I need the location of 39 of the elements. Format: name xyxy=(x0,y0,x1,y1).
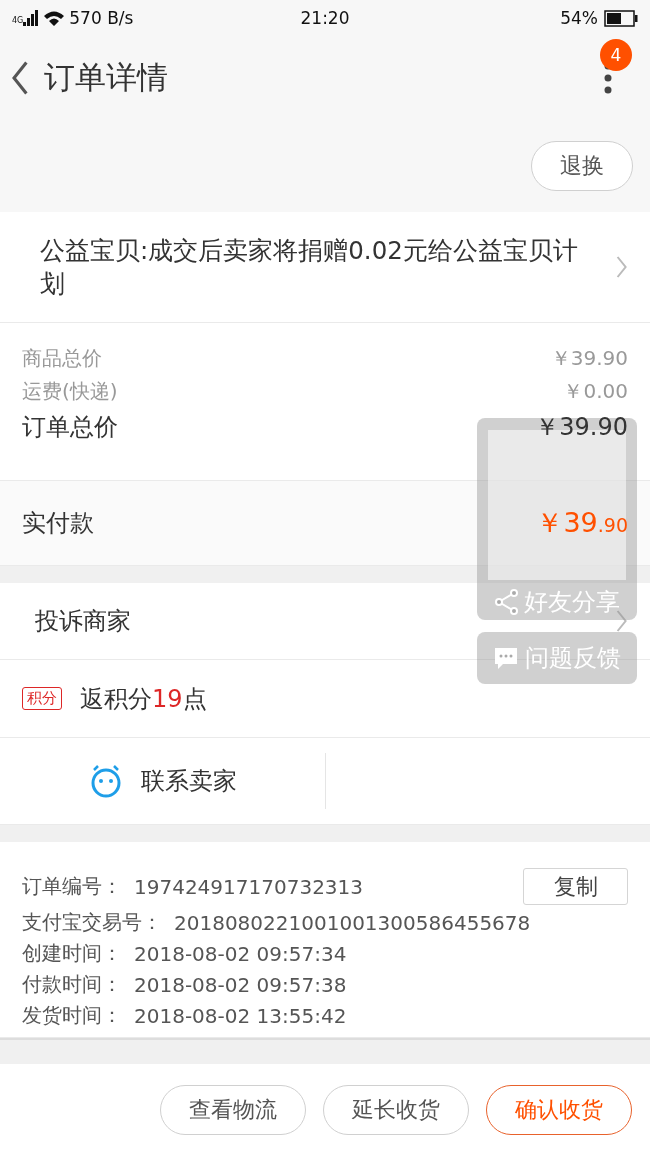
info-value: 197424917170732313 xyxy=(134,874,365,899)
back-icon xyxy=(10,61,31,95)
points-tag: 积分 xyxy=(22,687,62,710)
info-value: 2018-08-02 09:57:34 xyxy=(134,941,348,966)
price-label: 运费(快递) xyxy=(22,378,118,405)
chevron-right-icon xyxy=(614,256,628,278)
network-speed: 570 B/s xyxy=(69,8,134,28)
action-button[interactable]: 查看物流 xyxy=(160,1085,306,1135)
info-label: 付款时间： xyxy=(22,971,122,998)
notification-badge: 4 xyxy=(600,39,632,71)
info-label: 支付宝交易号： xyxy=(22,909,162,936)
action-button[interactable]: 延长收货 xyxy=(323,1085,469,1135)
paid-label: 实付款 xyxy=(22,508,94,539)
signal-icon xyxy=(23,10,40,26)
info-label: 创建时间： xyxy=(22,940,122,967)
price-value: ￥39.90 xyxy=(535,412,628,443)
info-value: 2018-08-02 09:57:38 xyxy=(134,972,348,997)
info-label: 发货时间： xyxy=(22,1002,122,1029)
price-label: 商品总价 xyxy=(22,345,102,372)
price-label: 订单总价 xyxy=(22,412,118,443)
copy-button[interactable]: 复制 xyxy=(523,868,628,905)
clock: 21:20 xyxy=(300,8,350,28)
points-text: 返积分19点 xyxy=(80,683,207,715)
battery-percent: 54% xyxy=(560,8,598,28)
battery-icon xyxy=(604,9,638,27)
complaint-link[interactable]: 投诉商家 xyxy=(35,605,131,637)
charity-notice: 公益宝贝:成交后卖家将捐赠0.02元给公益宝贝计划 xyxy=(40,234,579,300)
network-label: 4G xyxy=(12,16,24,25)
wifi-icon xyxy=(43,9,66,27)
paid-amount: ￥39.90 xyxy=(536,506,628,540)
return-exchange-button[interactable]: 退换 xyxy=(531,141,633,191)
page-title: 订单详情 xyxy=(44,58,170,97)
price-value: ￥0.00 xyxy=(563,378,628,405)
share-icon[interactable] xyxy=(494,589,518,615)
info-label: 订单编号： xyxy=(22,873,122,900)
contact-seller-link[interactable]: 联系卖家 xyxy=(140,765,237,797)
price-value: ￥39.90 xyxy=(550,345,628,372)
info-value: 2018080221001001300586455678 xyxy=(174,910,532,935)
info-value: 2018-08-02 13:55:42 xyxy=(134,1003,348,1028)
